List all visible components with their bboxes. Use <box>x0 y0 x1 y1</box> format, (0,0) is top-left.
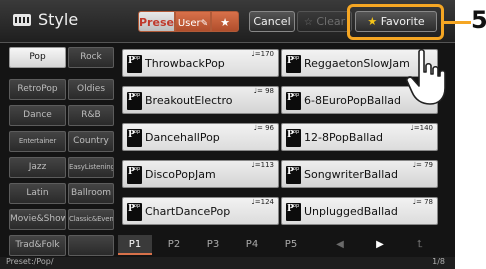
page-tab-p1[interactable]: P1 <box>118 235 152 255</box>
category-6-1[interactable]: Classic&Events <box>68 209 114 230</box>
style-item[interactable]: Pop UnpluggedBallad ♩= 78 <box>281 197 438 225</box>
style-item[interactable]: Pop ChartDancePop ♩=124 <box>122 197 279 225</box>
style-tempo: ♩=170 <box>251 50 274 58</box>
style-tempo: ♩=124 <box>251 198 274 206</box>
style-name: 6-8EuroPopBallad <box>304 94 401 107</box>
style-tempo: ♩= 79 <box>412 161 433 169</box>
page-tab-p3[interactable]: P3 <box>196 235 230 255</box>
preset-icon: Pop <box>286 166 301 184</box>
style-name: BreakoutElectro <box>145 94 233 107</box>
style-list: Pop ThrowbackPop ♩=170 Pop ReggaetonSlowJam P… <box>118 47 444 233</box>
preset-icon: Pop <box>127 55 142 73</box>
style-name: ChartDancePop <box>145 205 231 218</box>
category-5-0[interactable]: Latin <box>9 183 66 204</box>
category-4-0[interactable]: Jazz <box>9 157 66 178</box>
preset-icon: Pop <box>286 55 301 73</box>
category-0-1[interactable]: Rock <box>68 47 114 68</box>
style-name: DiscoPopJam <box>145 168 216 181</box>
pointing-hand-icon <box>406 48 446 105</box>
category-1-0[interactable]: RetroPop <box>9 79 66 100</box>
category-3-0[interactable]: Entertainer <box>9 131 66 152</box>
prev-page-icon[interactable]: ◀ <box>323 235 357 255</box>
style-name: ThrowbackPop <box>145 57 225 70</box>
preset-icon: Pop <box>286 129 301 147</box>
preset-icon: Pop <box>127 203 142 221</box>
category-4-1[interactable]: EasyListening <box>68 157 114 178</box>
status-bar: Preset:/Pop/ 1/8 <box>0 257 455 269</box>
category-3-1[interactable]: Country <box>68 131 114 152</box>
preset-icon: Pop <box>286 203 301 221</box>
tab-preset[interactable]: Preset <box>138 11 179 32</box>
style-tempo: ♩= 98 <box>253 87 274 95</box>
cancel-button[interactable]: Cancel <box>249 11 295 32</box>
next-page-icon[interactable]: ▶ <box>363 235 397 255</box>
page-bar: P1 P2 P3 P4 P5 ◀ ▶ ⮤ <box>118 235 444 255</box>
category-6-0[interactable]: Movie&Show <box>9 209 66 230</box>
preset-icon: Pop <box>127 166 142 184</box>
style-item[interactable]: Pop BreakoutElectro ♩= 98 <box>122 86 279 114</box>
page-title: Style <box>38 10 79 29</box>
page-tab-p2[interactable]: P2 <box>157 235 191 255</box>
style-name: SongwriterBallad <box>304 168 398 181</box>
clear-button[interactable]: ☆ Clear <box>297 11 352 32</box>
style-icon <box>13 14 31 26</box>
page-tab-p4[interactable]: P4 <box>235 235 269 255</box>
style-name: 12-8PopBallad <box>304 131 384 144</box>
up-folder-icon[interactable]: ⮤ <box>403 235 437 255</box>
current-path: Preset:/Pop/ <box>6 257 54 266</box>
tab-user-label: User <box>177 18 201 29</box>
style-tempo: ♩= 96 <box>253 124 274 132</box>
callout-highlight <box>347 4 444 40</box>
tab-favorite[interactable]: ★ <box>211 11 239 32</box>
style-tempo: ♩=113 <box>251 161 274 169</box>
style-name: DancehallPop <box>145 131 220 144</box>
preset-icon: Pop <box>127 92 142 110</box>
pencil-icon: ✎ <box>200 19 209 29</box>
page-count: 1/8 <box>432 257 445 266</box>
tab-user[interactable]: User✎ <box>175 11 211 32</box>
category-7-1[interactable] <box>68 235 114 256</box>
callout-number: 5 <box>471 6 486 34</box>
star-outline-icon: ☆ <box>303 17 313 28</box>
category-7-0[interactable]: Trad&Folk <box>9 235 66 256</box>
star-icon: ★ <box>220 16 230 29</box>
category-0-0[interactable]: Pop <box>9 47 66 68</box>
style-item[interactable]: Pop ThrowbackPop ♩=170 <box>122 49 279 77</box>
style-tempo: ♩=140 <box>410 124 433 132</box>
category-2-0[interactable]: Dance <box>9 105 66 126</box>
category-2-1[interactable]: R&B <box>68 105 114 126</box>
style-name: UnpluggedBallad <box>304 205 398 218</box>
style-item[interactable]: Pop DancehallPop ♩= 96 <box>122 123 279 151</box>
category-5-1[interactable]: Ballroom <box>68 183 114 204</box>
preset-icon: Pop <box>127 129 142 147</box>
callout-line <box>444 21 471 24</box>
preset-icon: Pop <box>286 92 301 110</box>
style-name: ReggaetonSlowJam <box>304 57 410 70</box>
style-item[interactable]: Pop SongwriterBallad ♩= 79 <box>281 160 438 188</box>
style-item[interactable]: Pop DiscoPopJam ♩=113 <box>122 160 279 188</box>
style-tempo: ♩= 78 <box>412 198 433 206</box>
category-1-1[interactable]: Oldies <box>68 79 114 100</box>
style-panel: Style Preset User✎ ★ Cancel ☆ Clear ★ Fa… <box>0 0 455 269</box>
page-tab-p5[interactable]: P5 <box>274 235 308 255</box>
style-item[interactable]: Pop 12-8PopBallad ♩=140 <box>281 123 438 151</box>
clear-button-label: Clear <box>316 15 346 28</box>
